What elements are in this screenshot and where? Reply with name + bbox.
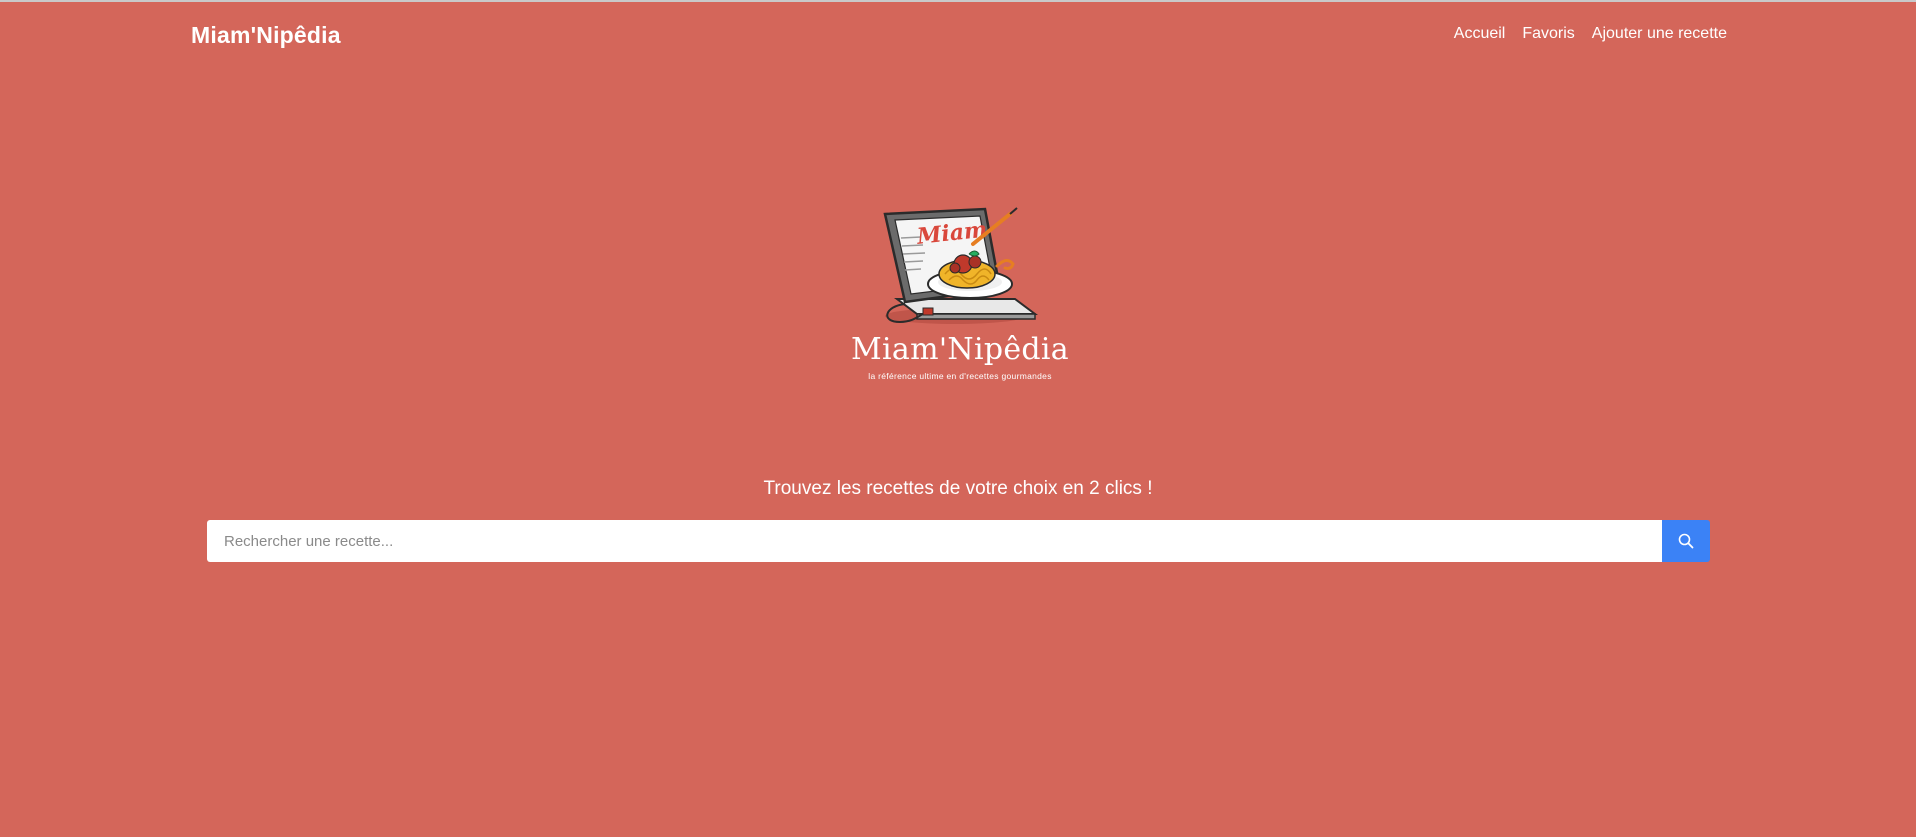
search-icon: [1678, 533, 1694, 549]
hero-tagline: Trouvez les recettes de votre choix en 2…: [763, 478, 1153, 499]
navbar: Miam'Nipêdia Accueil Favoris Ajouter une…: [0, 2, 1916, 70]
nav-link-accueil[interactable]: Accueil: [1454, 25, 1506, 43]
logo-tagline: la référence ultime en d'recettes gourma…: [868, 371, 1052, 381]
search-input[interactable]: [207, 520, 1662, 562]
logo-title: Miam'Nipêdia: [851, 332, 1069, 367]
nav-links: Accueil Favoris Ajouter une recette: [1454, 25, 1727, 43]
laptop-pasta-illustration: Miam: [883, 207, 1038, 324]
search-bar: [207, 520, 1710, 562]
nav-link-favoris[interactable]: Favoris: [1522, 25, 1574, 43]
hero-logo: Miam Miam'Nipêdia la référence ultime en…: [805, 127, 1115, 452]
brand-link[interactable]: Miam'Nipêdia: [191, 22, 341, 49]
search-button[interactable]: [1662, 520, 1710, 562]
nav-link-ajouter-recette[interactable]: Ajouter une recette: [1592, 25, 1727, 43]
